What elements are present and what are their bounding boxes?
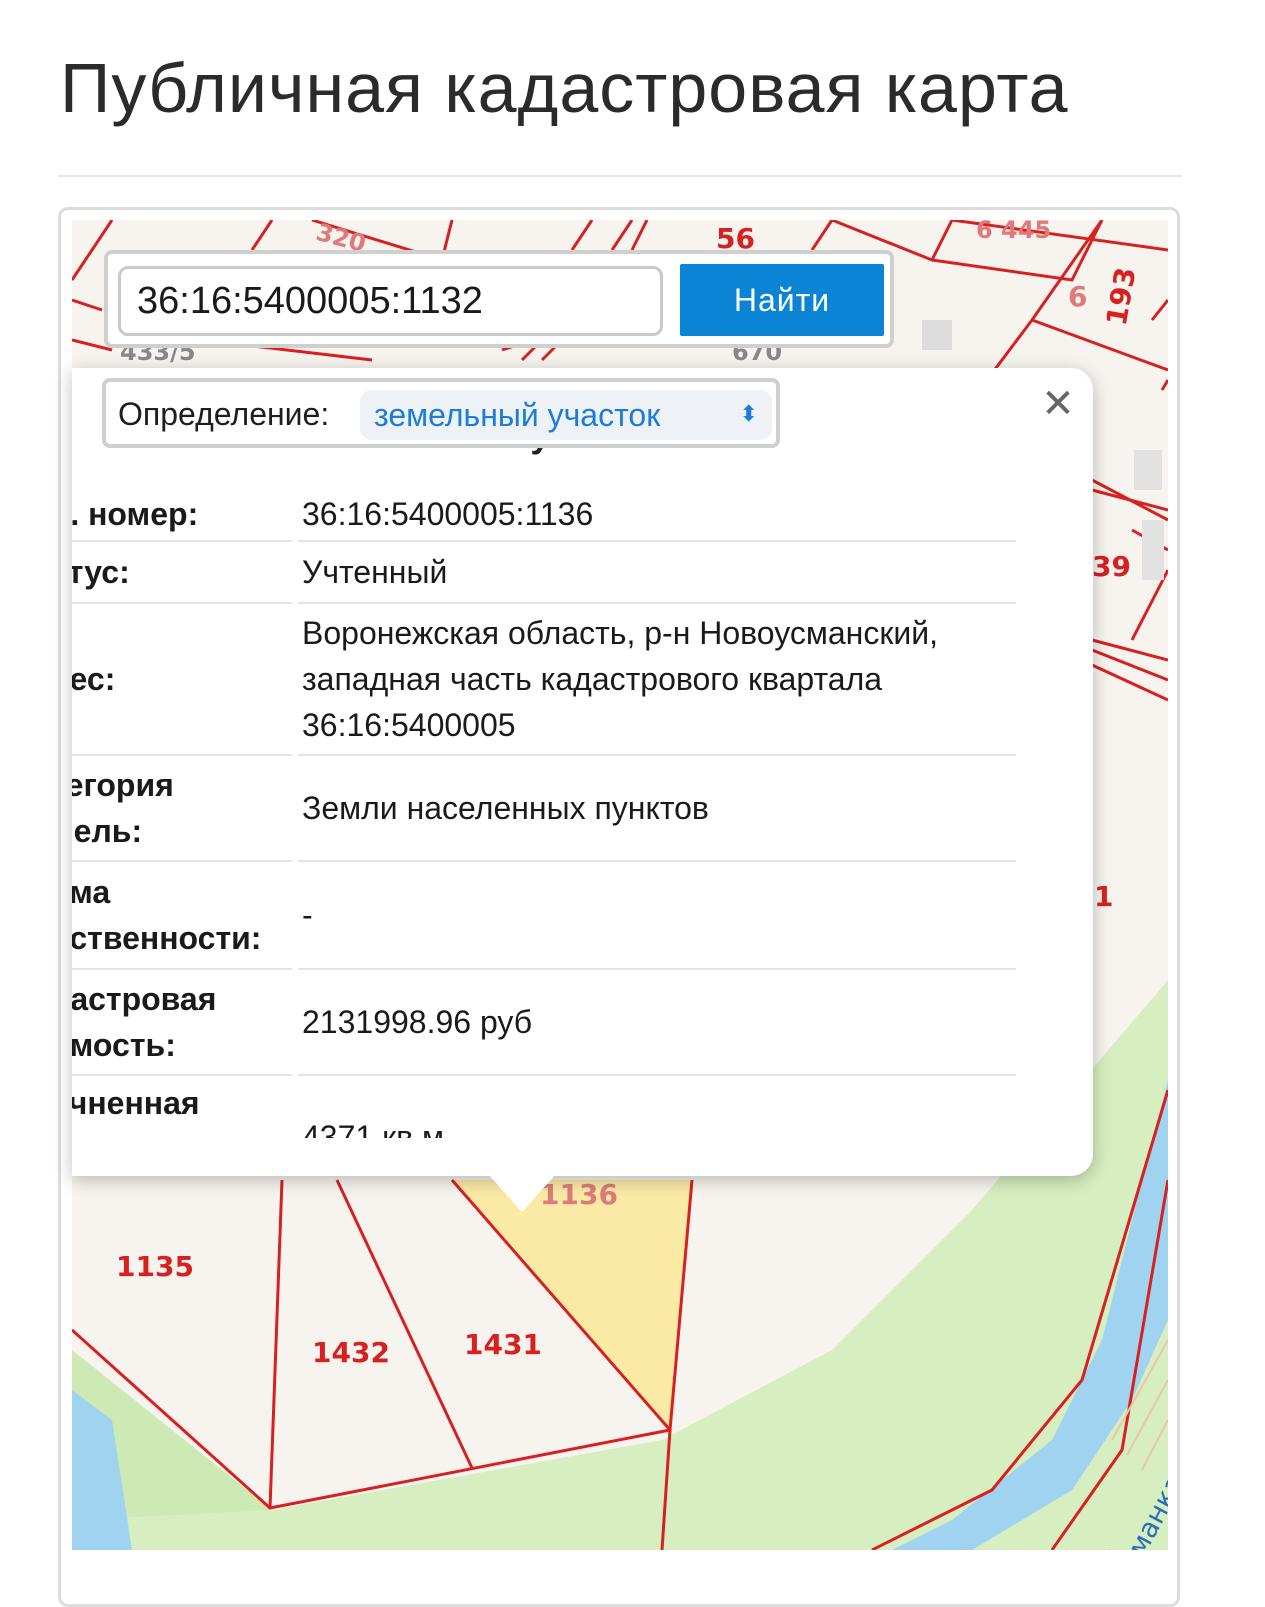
info-value: -	[298, 862, 1016, 970]
info-row-area: очненная 4371 кв м	[72, 1076, 1016, 1138]
selected-parcel	[452, 1180, 692, 1430]
info-row-ownership-form: рма бственности: -	[72, 862, 1016, 970]
info-row-land-category: тегория мель: Земли населенных пунктов	[72, 756, 1016, 862]
info-row-status: атус: Учтенный	[72, 542, 1016, 604]
info-row-cadastral-value: дастровая имость: 2131998.96 руб	[72, 970, 1016, 1076]
search-button[interactable]: Найти	[680, 264, 884, 336]
map-label-6445: 6 445	[976, 220, 1052, 244]
parcel-info-table: д. номер: 36:16:5400005:1136 атус: Учтен…	[72, 488, 1016, 1138]
close-icon[interactable]: ✕	[1040, 384, 1076, 424]
page-title: Публичная кадастровая карта	[60, 49, 1069, 127]
info-value: Учтенный	[298, 542, 1016, 604]
title-divider	[58, 175, 1182, 177]
info-value: 4371 кв м	[302, 1119, 444, 1138]
definition-control: Определение: земельный участок ⬍	[102, 378, 780, 448]
definition-label: Определение:	[118, 396, 330, 432]
info-key: атус:	[72, 554, 130, 590]
info-value: Воронежская область, р-н Новоусманский, …	[298, 604, 1016, 756]
info-key: тегория мель:	[72, 767, 174, 849]
info-key: д. номер:	[72, 496, 199, 532]
map-label-1432: 1432	[312, 1336, 390, 1369]
info-value: Земли населенных пунктов	[298, 756, 1016, 862]
map-label-39: 39	[1092, 550, 1131, 583]
popup-pointer	[488, 1174, 556, 1212]
definition-select[interactable]: земельный участок ⬍	[360, 390, 772, 440]
map-label-1135: 1135	[116, 1250, 194, 1283]
info-value: 36:16:5400005:1136	[298, 488, 1016, 542]
map-label-1431: 1431	[464, 1328, 542, 1361]
search-bar: Найти	[104, 250, 894, 348]
info-key: дастровая имость:	[72, 981, 217, 1063]
map-label-6: 6	[1068, 280, 1088, 313]
info-key: рма бственности:	[72, 874, 262, 956]
info-key: очненная	[72, 1085, 200, 1121]
definition-select-value: земельный участок	[374, 397, 661, 433]
search-input[interactable]	[118, 266, 663, 336]
info-row-cadastral-number: д. номер: 36:16:5400005:1136	[72, 488, 1016, 542]
map-label-1: 1	[1094, 880, 1114, 913]
info-key: рес:	[72, 661, 116, 697]
info-value: 2131998.96 руб	[298, 970, 1016, 1076]
chevron-updown-icon: ⬍	[739, 402, 758, 427]
info-row-address: рес: Воронежская область, р-н Новоусманс…	[72, 604, 1016, 756]
